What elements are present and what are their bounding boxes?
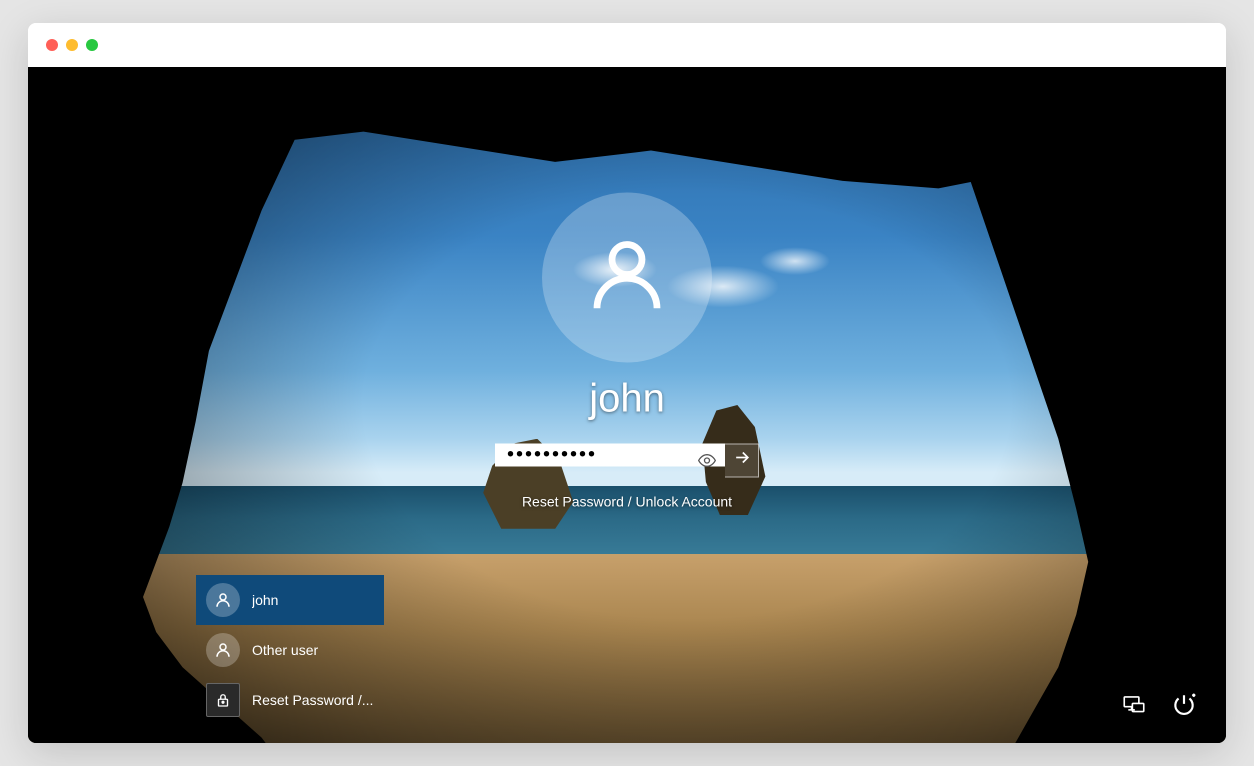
close-window-button[interactable] — [46, 39, 58, 51]
reveal-password-icon[interactable] — [697, 450, 717, 470]
minimize-window-button[interactable] — [66, 39, 78, 51]
maximize-window-button[interactable] — [86, 39, 98, 51]
person-icon — [582, 230, 672, 325]
user-list-label: john — [252, 592, 278, 608]
lock-icon — [206, 683, 240, 717]
user-avatar-large — [542, 192, 712, 362]
person-icon — [206, 633, 240, 667]
lock-screen: john — [28, 67, 1226, 743]
user-list-item-john[interactable]: john — [196, 575, 384, 625]
login-panel: john — [495, 192, 759, 509]
corner-buttons — [1120, 693, 1198, 721]
network-button[interactable] — [1120, 693, 1148, 721]
user-list-label: Reset Password /... — [252, 692, 373, 708]
power-icon — [1171, 692, 1197, 723]
password-input[interactable] — [495, 443, 725, 466]
person-icon — [206, 583, 240, 617]
browser-window: john — [28, 23, 1226, 743]
arrow-right-icon — [732, 448, 752, 473]
password-row — [495, 443, 759, 477]
power-button[interactable] — [1170, 693, 1198, 721]
user-list: john Other user Reset Pa — [196, 575, 384, 725]
user-list-label: Other user — [252, 642, 318, 658]
user-list-item-reset[interactable]: Reset Password /... — [196, 675, 384, 725]
titlebar — [28, 23, 1226, 67]
reset-password-link[interactable]: Reset Password / Unlock Account — [522, 493, 732, 509]
submit-button[interactable] — [725, 443, 759, 477]
user-list-item-other[interactable]: Other user — [196, 625, 384, 675]
username-label: john — [589, 376, 665, 421]
network-icon — [1121, 692, 1147, 723]
